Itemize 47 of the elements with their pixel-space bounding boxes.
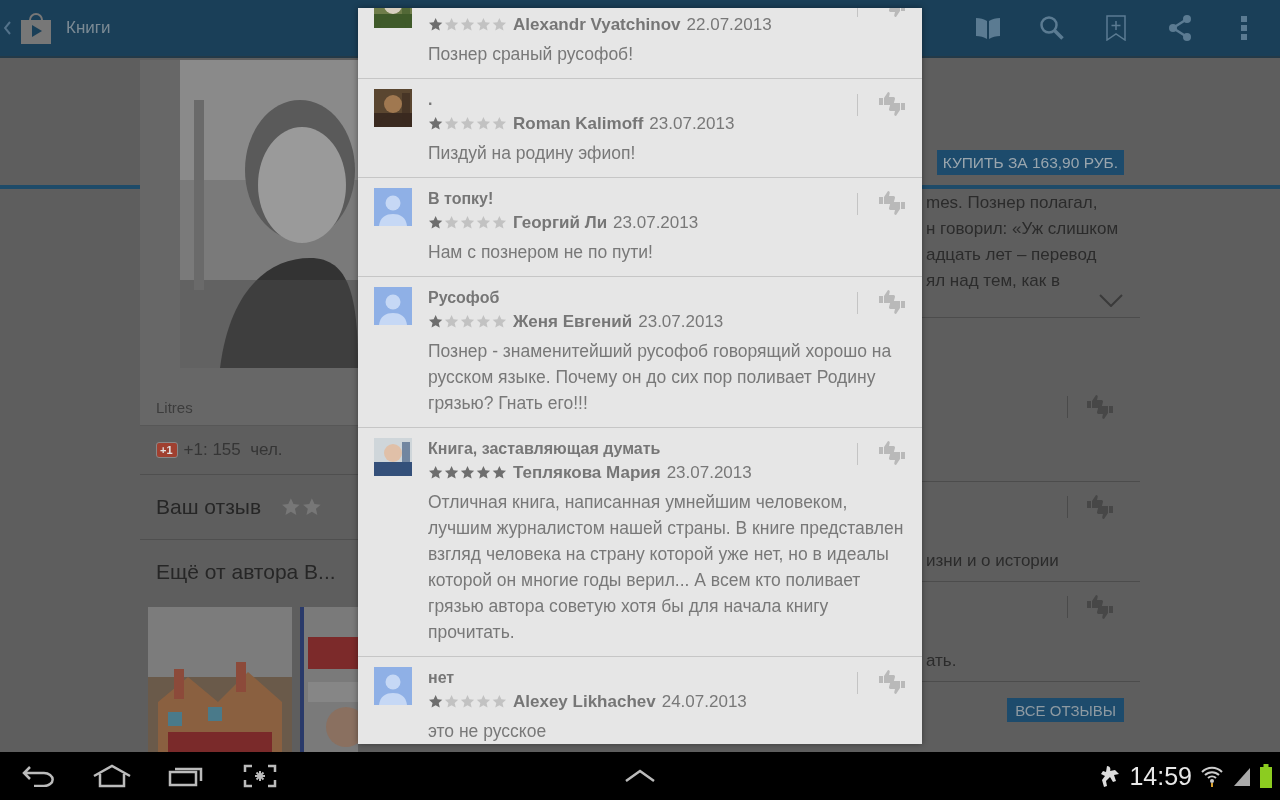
thumbs-icon[interactable] (1086, 594, 1114, 620)
avatar-icon (374, 188, 412, 226)
review-author: Roman Kalimoff (513, 113, 644, 134)
google-plus-badge[interactable]: +1 (156, 442, 178, 458)
avatar-icon (374, 667, 412, 705)
review-date: 23.07.2013 (638, 311, 724, 332)
thumbs-icon[interactable] (878, 289, 906, 315)
review-text: это не русское (428, 720, 548, 743)
thumbs-icon[interactable] (878, 91, 906, 117)
thumbs-icon[interactable] (1086, 494, 1114, 520)
thumbs-icon[interactable] (878, 669, 906, 695)
review-date: 23.07.2013 (666, 462, 752, 483)
review-date: 23.07.2013 (649, 113, 735, 134)
app-title: Книги (66, 18, 111, 38)
thumbs-icon[interactable] (878, 190, 906, 216)
review-title: нет (428, 668, 456, 688)
thumbs-icon[interactable] (878, 440, 906, 466)
review-author: Георгий Ли (513, 212, 608, 233)
review-date: 22.07.2013 (686, 14, 772, 35)
review-title: Книга, заставляющая думать (428, 439, 662, 459)
review-date: 23.07.2013 (613, 212, 699, 233)
battery-icon (1260, 764, 1272, 788)
signal-icon (1232, 766, 1252, 786)
all-reviews-button[interactable]: ВСЕ ОТЗЫВЫ (1007, 698, 1124, 722)
clock: 14:59 (1129, 761, 1192, 791)
avatar-icon (374, 287, 412, 325)
review-title: Русофоб (428, 288, 501, 308)
review-author: Alexey Likhachev (513, 691, 656, 712)
review-date: 24.07.2013 (661, 691, 747, 712)
review-text: Нам с познером не по пути! (428, 241, 654, 264)
review-author: Alexandr Vyatchinov (513, 14, 681, 35)
review-author: Теплякова Мария (513, 462, 661, 483)
expand-chevron-icon[interactable] (1099, 294, 1123, 307)
section-title: Ещё от автора В... (155, 559, 337, 585)
review-text: Познер - знаменитейший русофоб говорящий хорошо на русском языке. Почему он до сих пор поливает Родину грязью? Гнать его!!! (428, 340, 893, 415)
review-author: Женя Евгений (513, 311, 633, 332)
thumbs-icon[interactable] (1086, 394, 1114, 420)
review-text: Пиздуй на родину эфиоп! (428, 142, 637, 165)
shopping-bag-icon[interactable] (18, 10, 54, 46)
notification-icon (1099, 764, 1122, 788)
your-review-label: Ваш отзыв (156, 495, 262, 519)
review-text: Познер сраный русофоб! (428, 43, 634, 66)
wifi-icon (1200, 764, 1224, 788)
review-text: Отличная книга, написанная умнейшим человеком, лучшим журналистом нашей страны. В книге представлен взгляд человека на страну которой уже нет, но в идеалы которой он многие годы верил... А всем кто поливает грязью автора советую хотя бы для начала книгу прочитать. (428, 491, 905, 644)
review-title: В топку! (428, 189, 495, 209)
review-title: . (428, 90, 434, 110)
buy-button[interactable]: КУПИТЬ ЗА 163,90 РУБ. (936, 150, 1124, 175)
